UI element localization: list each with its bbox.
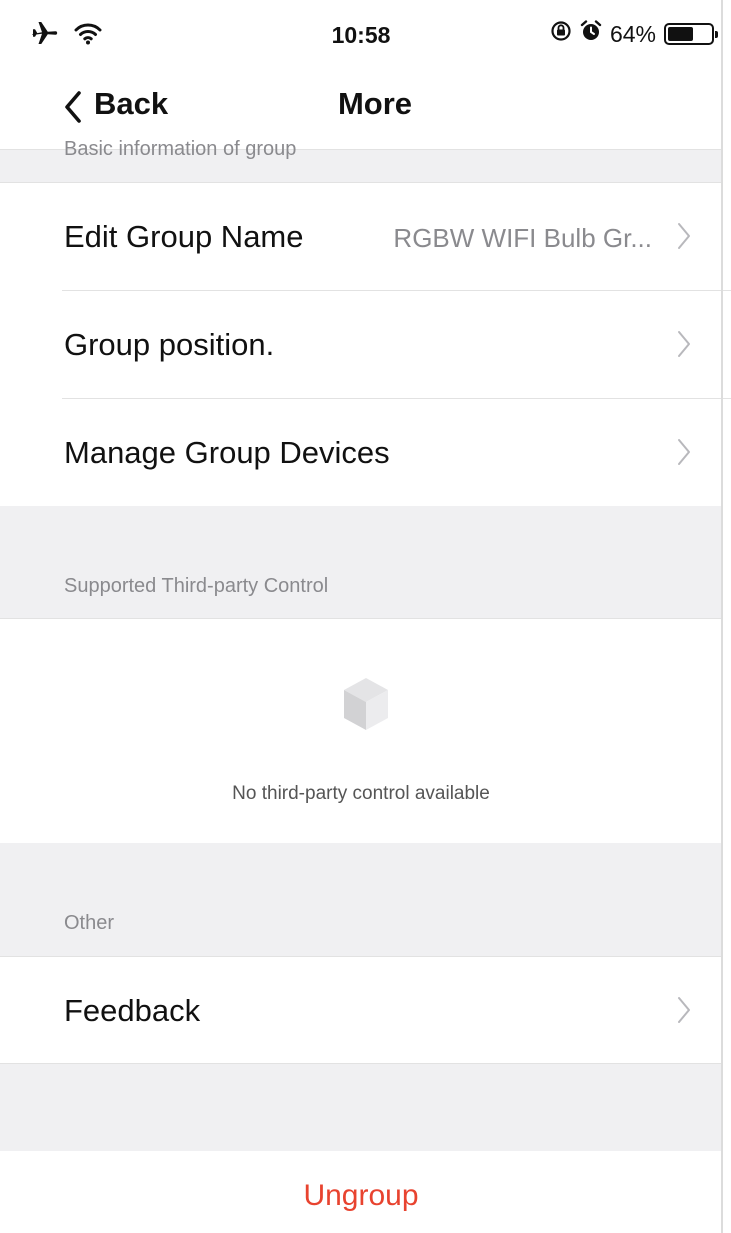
section-spacer	[0, 1064, 722, 1151]
section-header-basic-info: Basic information of group	[0, 138, 722, 183]
alarm-icon	[580, 20, 602, 48]
status-right-icons: 64%	[550, 20, 718, 48]
third-party-empty-state: No third-party control available	[0, 619, 722, 843]
more-screen: 10:58 64% Back More Basic information of…	[0, 0, 731, 1233]
third-party-empty-message: No third-party control available	[232, 783, 490, 804]
battery-percent: 64%	[609, 20, 656, 47]
battery-level-fill	[668, 27, 694, 41]
group-position-row[interactable]: Group position.	[0, 291, 722, 398]
chevron-left-icon	[62, 90, 84, 129]
section-header-other: Other	[0, 843, 722, 956]
ungroup-label: Ungroup	[303, 1179, 419, 1212]
battery-icon	[664, 23, 718, 45]
section-header-third-party-label: Supported Third-party Control	[64, 575, 329, 597]
chevron-right-icon	[676, 995, 692, 1030]
edit-group-name-row[interactable]: Edit Group Name RGBW WIFI Bulb Gr...	[0, 183, 722, 290]
feedback-label: Feedback	[64, 993, 201, 1028]
ungroup-button[interactable]: Ungroup	[0, 1151, 722, 1233]
section-header-other-label: Other	[64, 912, 115, 934]
group-position-label: Group position.	[64, 327, 275, 362]
feedback-row[interactable]: Feedback	[0, 957, 722, 1064]
manage-group-devices-label: Manage Group Devices	[64, 435, 390, 470]
chevron-right-icon	[676, 437, 692, 472]
cube-icon	[342, 676, 390, 737]
orientation-lock-icon	[550, 20, 572, 48]
section-header-basic-info-label: Basic information of group	[64, 138, 297, 160]
page-title: More	[337, 86, 413, 121]
chevron-right-icon	[676, 329, 692, 364]
section-header-third-party: Supported Third-party Control	[0, 506, 722, 619]
chevron-right-icon	[676, 221, 692, 256]
manage-group-devices-row[interactable]: Manage Group Devices	[0, 399, 722, 506]
screen-edge	[721, 0, 723, 1233]
status-bar: 10:58 64%	[0, 0, 722, 70]
group-name-value: RGBW WIFI Bulb Gr...	[393, 223, 652, 253]
back-label[interactable]: Back	[94, 86, 168, 122]
battery-nub	[715, 31, 718, 38]
edit-group-name-label: Edit Group Name	[64, 219, 304, 254]
